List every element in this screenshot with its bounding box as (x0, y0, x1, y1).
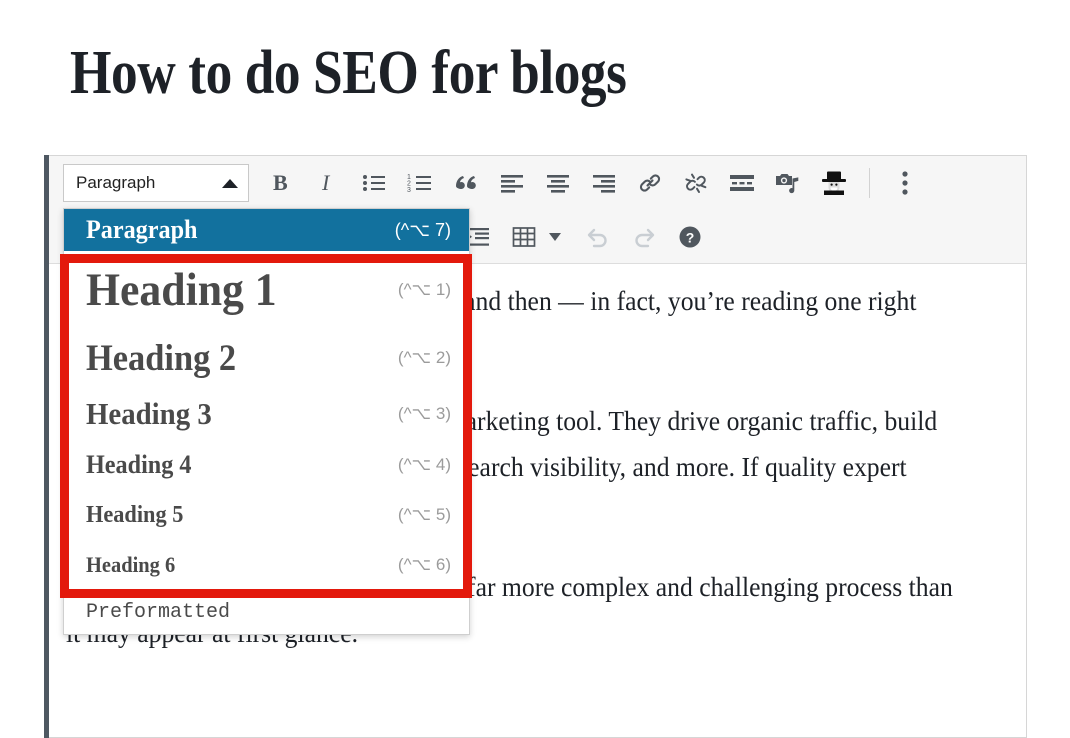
align-left-button[interactable] (489, 163, 535, 203)
svg-text:I: I (321, 171, 331, 195)
style-menu-item-shortcut: (^⌥ 2) (397, 348, 451, 367)
style-menu-item-shortcut: (^⌥ 5) (397, 505, 451, 524)
style-dropdown-menu[interactable]: Paragraph (^⌥ 7) Heading 1 (^⌥ 1) Headin… (63, 208, 470, 635)
style-menu-item-label: Paragraph (86, 215, 198, 244)
style-menu-item-shortcut: (^⌥ 1) (397, 280, 451, 299)
page-title: How to do SEO for blogs (70, 39, 627, 107)
toolbar-divider (869, 168, 870, 198)
style-menu-item-label: Heading 1 (86, 264, 277, 316)
toolbar-toggle-button[interactable] (882, 163, 928, 203)
style-menu-item-heading-6[interactable]: Heading 6 (^⌥ 6) (64, 540, 469, 590)
numbered-list-button[interactable]: 1 2 3 (397, 163, 443, 203)
style-menu-item-label: Heading 5 (86, 501, 184, 528)
style-menu-item-shortcut: (^⌥ 7) (394, 219, 451, 240)
yoast-seo-button[interactable] (811, 163, 857, 203)
style-menu-item-label: Heading 4 (86, 450, 192, 479)
svg-text:B: B (273, 171, 288, 195)
undo-button[interactable] (575, 217, 621, 257)
style-menu-item-label: Heading 6 (86, 552, 176, 577)
style-menu-item-label: Heading 3 (86, 395, 212, 431)
style-select-label: Paragraph (76, 173, 156, 192)
remove-link-button[interactable] (673, 163, 719, 203)
align-right-button[interactable] (581, 163, 627, 203)
align-center-button[interactable] (535, 163, 581, 203)
blockquote-button[interactable] (443, 163, 489, 203)
style-menu-item-paragraph[interactable]: Paragraph (^⌥ 7) (64, 209, 469, 251)
style-select[interactable]: Paragraph (63, 164, 249, 202)
insert-read-more-button[interactable] (719, 163, 765, 203)
caret-up-icon (222, 178, 238, 188)
style-menu-item-heading-3[interactable]: Heading 3 (^⌥ 3) (64, 387, 469, 440)
style-menu-item-heading-4[interactable]: Heading 4 (^⌥ 4) (64, 440, 469, 490)
caret-down-icon (549, 233, 561, 241)
style-menu-item-label: Heading 2 (86, 337, 237, 379)
svg-text:?: ? (686, 230, 695, 246)
keyboard-shortcuts-button[interactable]: ? (667, 217, 713, 257)
insert-link-button[interactable] (627, 163, 673, 203)
table-button[interactable] (501, 217, 547, 257)
italic-button[interactable]: I (305, 163, 351, 203)
style-menu-item-heading-5[interactable]: Heading 5 (^⌥ 5) (64, 490, 469, 540)
style-menu-item-shortcut: (^⌥ 4) (397, 455, 451, 474)
style-menu-item-shortcut: (^⌥ 6) (397, 555, 451, 574)
insert-media-button[interactable] (765, 163, 811, 203)
redo-button[interactable] (621, 217, 667, 257)
toolbar-row-1: Paragraph B I 1 2 3 (49, 156, 928, 210)
svg-text:3: 3 (407, 187, 411, 193)
style-menu-item-label: Preformatted (86, 601, 231, 624)
style-menu-item-shortcut: (^⌥ 3) (397, 403, 451, 423)
bold-button[interactable]: B (259, 163, 305, 203)
bulleted-list-button[interactable] (351, 163, 397, 203)
style-menu-item-heading-1[interactable]: Heading 1 (^⌥ 1) (64, 251, 469, 329)
style-menu-item-preformatted[interactable]: Preformatted (64, 590, 469, 634)
style-menu-item-heading-2[interactable]: Heading 2 (^⌥ 2) (64, 329, 469, 387)
table-dropdown-button[interactable] (547, 217, 575, 257)
